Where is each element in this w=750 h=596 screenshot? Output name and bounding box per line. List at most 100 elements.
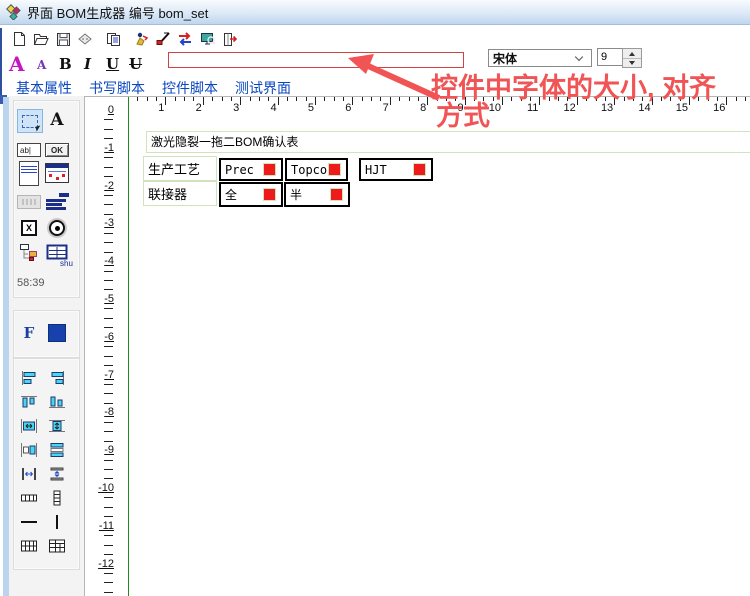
- marquee-select-icon: [22, 115, 38, 128]
- red-indicator[interactable]: [263, 163, 276, 176]
- canvas-button-topcon[interactable]: Topcon: [285, 158, 348, 181]
- design-canvas[interactable]: 12345678910111213141516 0-1-2-3-4-5-6-7-…: [84, 96, 750, 596]
- ruler-tick: [287, 97, 288, 101]
- memo-tool[interactable]: [17, 162, 41, 184]
- row-label-process[interactable]: 生产工艺: [143, 156, 217, 181]
- ruler-tick: [104, 393, 113, 394]
- print-preview-button[interactable]: [74, 28, 96, 50]
- ruler-tick: [104, 280, 113, 281]
- horizontal-line-tool[interactable]: [17, 511, 41, 533]
- textbox-tool[interactable]: ab|: [17, 139, 41, 161]
- copy-button[interactable]: [102, 28, 124, 50]
- ruler-number: -7: [94, 369, 114, 381]
- tab-test-interface[interactable]: 测试界面: [235, 78, 291, 96]
- label-tool[interactable]: A: [45, 109, 69, 131]
- ruler-number: 8: [408, 102, 426, 114]
- canvas-button-hjt[interactable]: HJT: [359, 158, 433, 181]
- ruler-tick: [104, 516, 113, 517]
- ruler-tick: [104, 573, 113, 574]
- font-size-stepper: [622, 48, 642, 68]
- font-family-select[interactable]: 宋体: [488, 49, 592, 67]
- run-script-button[interactable]: [130, 28, 152, 50]
- listbox-tool[interactable]: [45, 191, 69, 213]
- ruler-tick: [165, 97, 166, 105]
- splitter-strip[interactable]: [3, 97, 9, 596]
- ruler-tick: [104, 460, 113, 461]
- canvas-title-box[interactable]: 激光隐裂一拖二BOM确认表: [146, 131, 750, 153]
- red-indicator[interactable]: [328, 163, 341, 176]
- design-tool-button[interactable]: [152, 28, 174, 50]
- selection-tool[interactable]: [17, 109, 43, 133]
- ruler-tick: [147, 97, 148, 101]
- canvas-button-half[interactable]: 半: [284, 182, 350, 207]
- ruler-tick: [334, 97, 335, 101]
- new-file-button[interactable]: [8, 28, 30, 50]
- center-vertical-tool[interactable]: [45, 415, 69, 437]
- ruler-number: -8: [94, 406, 114, 418]
- font-size-input[interactable]: 9: [597, 48, 623, 66]
- split-columns-tool[interactable]: [17, 487, 41, 509]
- ruler-tick: [717, 97, 718, 101]
- center-horizontal-tool[interactable]: [17, 415, 41, 437]
- split-rows-tool[interactable]: [45, 487, 69, 509]
- screen-preview-icon: [199, 31, 216, 47]
- ruler-number: 5: [296, 102, 314, 114]
- ruler-tick: [104, 252, 113, 253]
- color-swatch-icon: [48, 324, 66, 342]
- canvas-button-prec[interactable]: Prec: [219, 158, 283, 181]
- vertical-line-tool[interactable]: [45, 511, 69, 533]
- ruler-tick: [745, 97, 746, 101]
- align-bottom-tool[interactable]: [45, 391, 69, 413]
- red-indicator[interactable]: [413, 163, 426, 176]
- open-folder-button[interactable]: [30, 28, 52, 50]
- ruler-tick: [104, 469, 113, 470]
- ruler-tick: [268, 97, 269, 101]
- red-indicator[interactable]: [330, 188, 343, 201]
- canvas-button-full[interactable]: 全: [219, 182, 283, 207]
- save-icon: [55, 31, 71, 47]
- equal-vspace-tool[interactable]: [45, 439, 69, 461]
- vspace-tool[interactable]: [45, 463, 69, 485]
- exit-button[interactable]: [218, 28, 240, 50]
- align-left-tool[interactable]: [17, 367, 41, 389]
- bold-button[interactable]: B: [59, 55, 72, 73]
- save-button[interactable]: [52, 28, 74, 50]
- hspace-tool[interactable]: [17, 463, 41, 485]
- ruler-number: -10: [94, 482, 114, 494]
- memo-icon: [19, 161, 39, 186]
- radio-tool[interactable]: [45, 217, 69, 239]
- tab-control-script[interactable]: 控件脚本: [162, 78, 218, 96]
- row-label-connector[interactable]: 联接器: [143, 181, 217, 206]
- font-small-button[interactable]: A: [37, 58, 46, 72]
- underline-button[interactable]: U: [106, 55, 119, 73]
- tree-tool[interactable]: [17, 241, 41, 263]
- ruler-tick: [104, 497, 113, 498]
- ruler-number: -5: [94, 293, 114, 305]
- hspace-icon: [19, 466, 39, 482]
- toolbox-align-group: [13, 358, 80, 570]
- swap-arrows-button[interactable]: [174, 28, 196, 50]
- ruler-tick: [104, 195, 113, 196]
- same-size-tool[interactable]: [17, 439, 41, 461]
- same-size-icon: [19, 442, 39, 458]
- ruler-tick: [104, 308, 113, 309]
- button-tool[interactable]: OK: [45, 139, 69, 161]
- tab-basic-properties[interactable]: 基本属性: [16, 78, 72, 96]
- tab-write-script[interactable]: 书写脚本: [89, 78, 145, 96]
- fine-grid-tool[interactable]: [17, 535, 41, 557]
- font-large-button[interactable]: A: [9, 52, 25, 76]
- button-label: Prec: [225, 163, 254, 177]
- color-tool[interactable]: [45, 322, 69, 344]
- horizontal-line-icon: [19, 514, 39, 530]
- italic-button[interactable]: I: [84, 55, 91, 73]
- ruler-tick: [104, 356, 113, 357]
- align-top-tool[interactable]: [17, 391, 41, 413]
- font-tool[interactable]: F: [17, 322, 41, 344]
- red-indicator[interactable]: [263, 188, 276, 201]
- screen-preview-button[interactable]: [196, 28, 218, 50]
- strikethrough-button[interactable]: U: [129, 55, 142, 73]
- checkbox-tool[interactable]: X: [17, 217, 41, 239]
- align-right-tool[interactable]: [45, 367, 69, 389]
- table-tool[interactable]: [45, 535, 69, 557]
- datagrid-tool[interactable]: [45, 162, 69, 184]
